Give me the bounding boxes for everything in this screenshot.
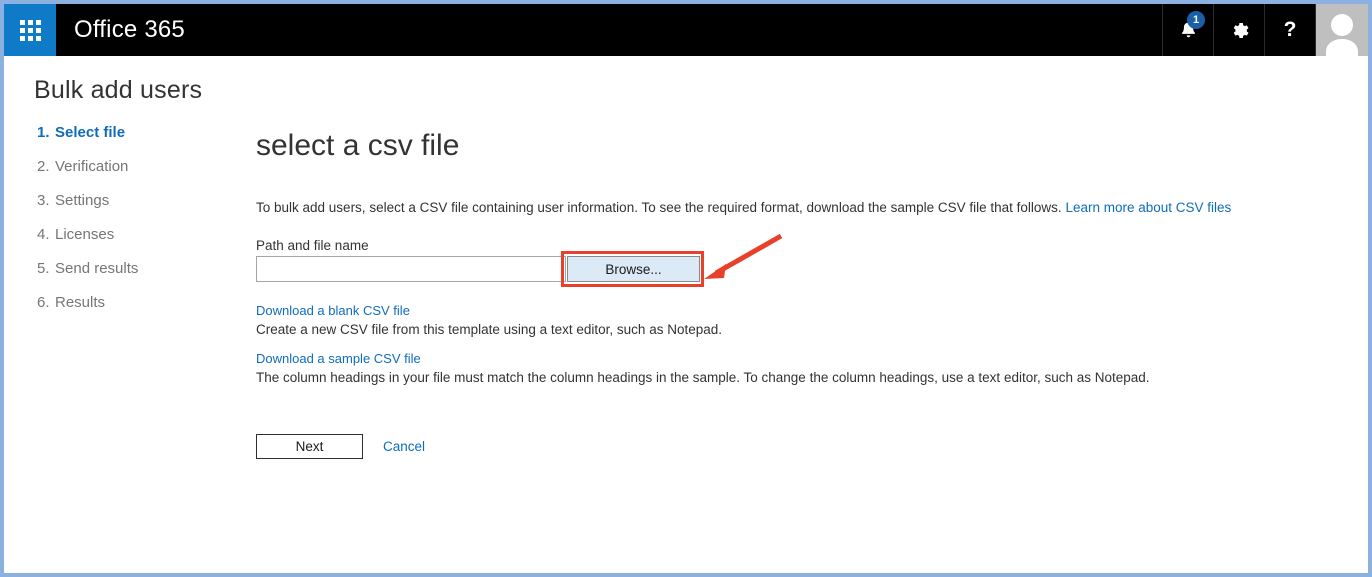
download-blank-csv-description: Create a new CSV file from this template… xyxy=(256,322,722,337)
app-launcher-button[interactable] xyxy=(4,4,56,56)
path-field-label: Path and file name xyxy=(256,238,369,253)
sidebar-item-results[interactable]: 6. Results xyxy=(37,294,227,328)
step-label: Settings xyxy=(55,192,110,209)
user-avatar-icon xyxy=(1326,14,1358,56)
download-sample-csv-link[interactable]: Download a sample CSV file xyxy=(256,351,1150,366)
section-heading: select a csv file xyxy=(256,129,460,162)
next-button[interactable]: Next xyxy=(256,434,363,459)
cancel-link[interactable]: Cancel xyxy=(383,439,425,454)
question-mark-icon: ? xyxy=(1283,18,1297,41)
sidebar-item-licenses[interactable]: 4. Licenses xyxy=(37,226,227,260)
page-body: Bulk add users 1. Select file 2. Verific… xyxy=(4,56,1368,573)
annotation-arrow-icon xyxy=(704,233,783,279)
settings-button[interactable] xyxy=(1213,4,1264,56)
step-number: 2. xyxy=(37,158,50,175)
sidebar-item-select-file[interactable]: 1. Select file xyxy=(37,124,227,158)
waffle-grid-icon xyxy=(19,19,41,41)
step-number: 4. xyxy=(37,226,50,243)
step-label: Results xyxy=(55,294,106,311)
step-number: 6. xyxy=(37,294,50,311)
path-field-row: Browse... xyxy=(256,256,700,282)
step-number: 1. xyxy=(37,124,50,141)
step-label: Select file xyxy=(55,124,126,141)
blank-csv-download-block: Download a blank CSV file Create a new C… xyxy=(256,303,722,337)
intro-paragraph: To bulk add users, select a CSV file con… xyxy=(256,200,1231,215)
learn-more-csv-link[interactable]: Learn more about CSV files xyxy=(1065,200,1231,215)
notifications-button[interactable]: 1 xyxy=(1162,4,1213,56)
step-label: Verification xyxy=(55,158,129,175)
sidebar-item-send-results[interactable]: 5. Send results xyxy=(37,260,227,294)
help-button[interactable]: ? xyxy=(1264,4,1315,56)
app-window: Office 365 1 ? Bulk add users 1. Select … xyxy=(0,0,1372,577)
account-avatar-button[interactable] xyxy=(1315,4,1368,56)
suite-bar: Office 365 1 ? xyxy=(4,4,1368,56)
step-label: Licenses xyxy=(55,226,115,243)
intro-text: To bulk add users, select a CSV file con… xyxy=(256,200,1066,215)
step-number: 3. xyxy=(37,192,50,209)
sidebar-item-settings[interactable]: 3. Settings xyxy=(37,192,227,226)
suite-brand-label: Office 365 xyxy=(74,16,185,43)
notification-count-badge: 1 xyxy=(1187,11,1205,29)
step-navigation: 1. Select file 2. Verification 3. Settin… xyxy=(37,124,227,328)
path-and-file-name-input[interactable] xyxy=(256,256,566,282)
browse-button[interactable]: Browse... xyxy=(567,256,700,282)
step-label: Send results xyxy=(55,260,139,277)
page-title: Bulk add users xyxy=(34,76,203,104)
suite-bar-spacer xyxy=(185,4,1162,56)
step-number: 5. xyxy=(37,260,50,277)
gear-icon xyxy=(1233,22,1249,38)
download-blank-csv-link[interactable]: Download a blank CSV file xyxy=(256,303,722,318)
form-actions: Next Cancel xyxy=(256,434,425,459)
download-sample-csv-description: The column headings in your file must ma… xyxy=(256,370,1150,385)
sidebar-item-verification[interactable]: 2. Verification xyxy=(37,158,227,192)
sample-csv-download-block: Download a sample CSV file The column he… xyxy=(256,351,1150,385)
